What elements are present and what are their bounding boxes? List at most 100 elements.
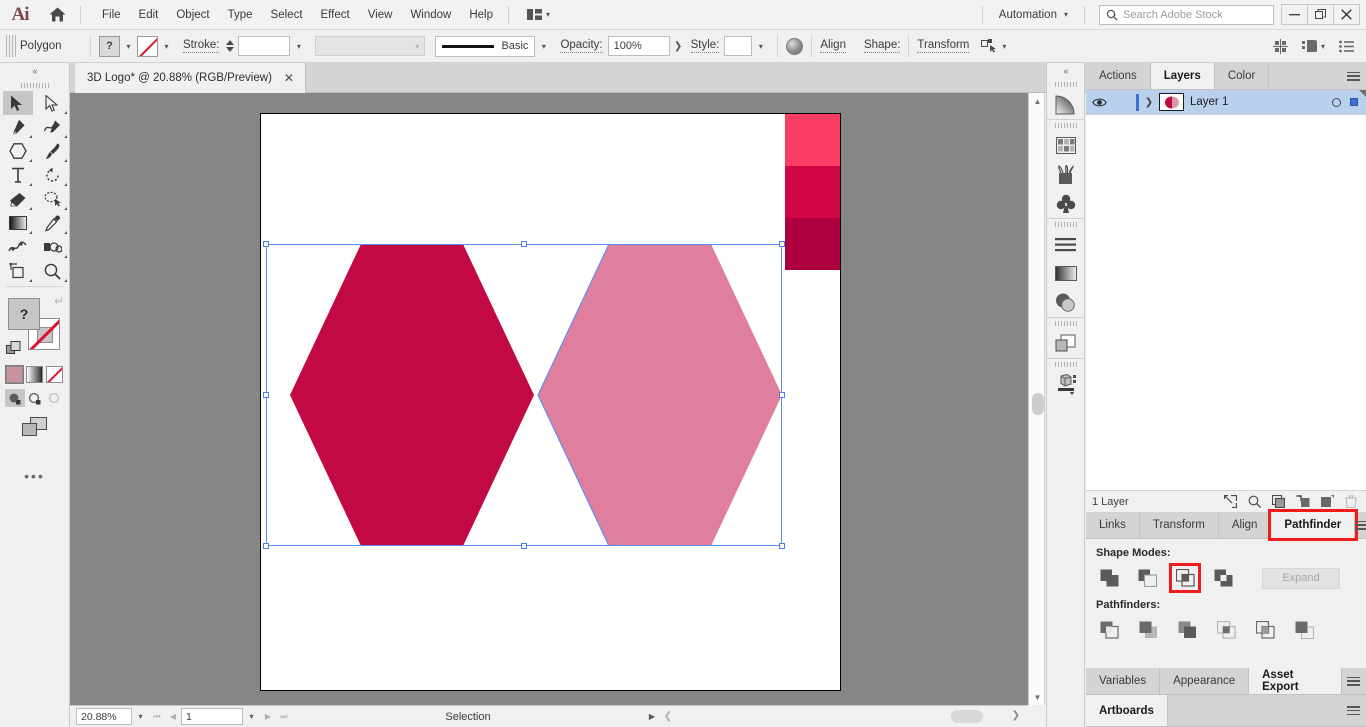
vertical-scroll-thumb[interactable] bbox=[1032, 393, 1044, 415]
layers-panel-icon[interactable] bbox=[1047, 329, 1084, 358]
layers-empty-area[interactable] bbox=[1086, 115, 1366, 489]
artboard-tool[interactable] bbox=[0, 259, 35, 283]
eye-icon[interactable] bbox=[1086, 97, 1112, 108]
stroke-dropdown-arrow[interactable]: ▾ bbox=[158, 36, 175, 57]
tab-variables[interactable]: Variables bbox=[1086, 668, 1161, 694]
maximize-restore-button[interactable] bbox=[1307, 4, 1334, 25]
menu-item-view[interactable]: View bbox=[359, 5, 402, 25]
last-artboard-icon[interactable]: ⏭ bbox=[276, 712, 292, 722]
pen-tool[interactable] bbox=[0, 115, 35, 139]
shape-button[interactable]: Shape: bbox=[863, 39, 901, 53]
menu-item-edit[interactable]: Edit bbox=[130, 5, 168, 25]
paragraph-panel-icon[interactable] bbox=[1047, 230, 1084, 259]
artboards-panel-menu-icon[interactable] bbox=[1340, 695, 1366, 726]
chevron-right-icon[interactable]: ❯ bbox=[1139, 97, 1159, 108]
brush-dropdown-arrow[interactable]: ▾ bbox=[535, 36, 552, 57]
arrange-objects-button[interactable]: ▾ bbox=[1301, 39, 1325, 53]
gradient-tool[interactable] bbox=[0, 211, 35, 235]
tab-color[interactable]: Color bbox=[1215, 63, 1270, 89]
edit-toolbar-icon[interactable]: ••• bbox=[0, 468, 69, 484]
control-bar-grip[interactable] bbox=[6, 35, 16, 57]
minimize-button[interactable] bbox=[1281, 4, 1308, 25]
zoom-dropdown-arrow[interactable]: ▾ bbox=[132, 706, 149, 727]
opacity-label[interactable]: Opacity: bbox=[560, 39, 603, 53]
workspace-switcher[interactable]: Automation ▾ bbox=[989, 9, 1078, 21]
panel-menu-icon[interactable] bbox=[1340, 63, 1366, 89]
shape-tool[interactable] bbox=[0, 139, 35, 163]
artboard-number-input[interactable]: 1 bbox=[181, 708, 243, 725]
rail-grip-1[interactable] bbox=[1047, 79, 1084, 90]
minus-front-button[interactable] bbox=[1134, 566, 1160, 590]
close-icon[interactable]: ✕ bbox=[284, 71, 294, 85]
default-fill-stroke-icon[interactable] bbox=[6, 341, 21, 358]
status-menu-arrow[interactable]: ▶ bbox=[644, 712, 660, 721]
align-button[interactable]: Align bbox=[820, 39, 846, 53]
expand-button[interactable]: Expand bbox=[1262, 567, 1340, 589]
opacity-input[interactable]: 100% bbox=[607, 36, 670, 56]
fill-dropdown-arrow[interactable]: ▾ bbox=[120, 36, 137, 57]
opacity-expand-arrow[interactable]: ❯ bbox=[670, 36, 687, 57]
stroke-weight-stepper[interactable] bbox=[225, 39, 237, 53]
none-swatch-button[interactable] bbox=[46, 366, 63, 383]
toolbar-grip[interactable] bbox=[0, 79, 69, 91]
zoom-tool[interactable] bbox=[35, 259, 70, 283]
scroll-right-icon[interactable]: ❯ bbox=[1012, 710, 1020, 721]
tab-transform[interactable]: Transform bbox=[1140, 512, 1219, 538]
selection-tool[interactable] bbox=[0, 91, 35, 115]
gradient-swatch-button[interactable] bbox=[26, 366, 43, 383]
asset-export-panel-menu-icon[interactable] bbox=[1342, 668, 1366, 694]
color-swatch-button[interactable] bbox=[5, 365, 24, 384]
horizontal-scroll-thumb[interactable] bbox=[951, 710, 983, 723]
rail-grip-2[interactable] bbox=[1047, 120, 1084, 131]
collapse-rail-icon[interactable]: « bbox=[1047, 63, 1084, 79]
outline-button[interactable] bbox=[1252, 618, 1278, 642]
symbols-panel-icon[interactable] bbox=[1047, 189, 1084, 218]
menu-item-help[interactable]: Help bbox=[460, 5, 502, 25]
horizontal-scrollbar[interactable]: ❯ bbox=[676, 706, 1028, 727]
draw-inside-button[interactable] bbox=[45, 389, 65, 407]
gradient-panel-icon[interactable] bbox=[1047, 90, 1084, 119]
divide-button[interactable] bbox=[1096, 618, 1122, 642]
pathfinder-panel-menu-icon[interactable] bbox=[1355, 512, 1366, 538]
stroke-color-button[interactable] bbox=[137, 35, 158, 57]
menu-item-effect[interactable]: Effect bbox=[312, 5, 359, 25]
rail-grip-4[interactable] bbox=[1047, 318, 1084, 329]
fill-color-button[interactable]: ? bbox=[99, 35, 120, 57]
previous-artboard-icon[interactable]: ◀ bbox=[165, 712, 181, 721]
stroke-weight-input[interactable] bbox=[238, 36, 291, 56]
type-tool[interactable] bbox=[0, 163, 35, 187]
artboard-dropdown-arrow[interactable]: ▾ bbox=[243, 706, 260, 727]
eraser-tool[interactable] bbox=[0, 187, 35, 211]
rail-grip-5[interactable] bbox=[1047, 359, 1084, 370]
rail-grip-3[interactable] bbox=[1047, 219, 1084, 230]
stroke-weight-label[interactable]: Stroke: bbox=[183, 39, 220, 53]
tab-artboards[interactable]: Artboards bbox=[1086, 695, 1168, 726]
brushes-panel-icon[interactable] bbox=[1047, 160, 1084, 189]
merge-button[interactable] bbox=[1174, 618, 1200, 642]
document-tab[interactable]: 3D Logo* @ 20.88% (RGB/Preview) ✕ bbox=[75, 63, 306, 93]
menu-item-type[interactable]: Type bbox=[219, 5, 262, 25]
minus-back-button[interactable] bbox=[1291, 618, 1317, 642]
lasso-tool[interactable] bbox=[35, 187, 70, 211]
menu-item-select[interactable]: Select bbox=[262, 5, 312, 25]
brush-definition-select[interactable]: Basic bbox=[435, 35, 536, 57]
tab-pathfinder[interactable]: Pathfinder bbox=[1268, 509, 1359, 541]
transform-button[interactable]: Transform bbox=[917, 39, 970, 53]
unite-button[interactable] bbox=[1096, 566, 1122, 590]
tab-links[interactable]: Links bbox=[1086, 512, 1140, 538]
canvas-vertical-scrollbar[interactable]: ▲ ▼ bbox=[1028, 93, 1045, 705]
variable-width-profile[interactable]: ▾ bbox=[315, 36, 426, 56]
swatches-panel-icon[interactable] bbox=[1047, 131, 1084, 160]
scroll-down-icon[interactable]: ▼ bbox=[1029, 689, 1046, 705]
selection-square-icon[interactable] bbox=[1350, 98, 1358, 106]
trim-button[interactable] bbox=[1135, 618, 1161, 642]
arrange-documents-button[interactable]: ▾ bbox=[521, 6, 556, 23]
menu-item-object[interactable]: Object bbox=[167, 5, 218, 25]
swap-fill-stroke-icon[interactable]: ↵ bbox=[54, 294, 64, 308]
collapse-toolbar-icon[interactable]: « bbox=[0, 63, 69, 79]
fill-indicator-swatch[interactable]: ? bbox=[8, 298, 40, 330]
select-similar-group[interactable]: ▾ bbox=[981, 39, 1006, 53]
shape-builder-tool[interactable] bbox=[35, 235, 70, 259]
direct-selection-tool[interactable] bbox=[35, 91, 70, 115]
tab-layers[interactable]: Layers bbox=[1150, 63, 1215, 89]
